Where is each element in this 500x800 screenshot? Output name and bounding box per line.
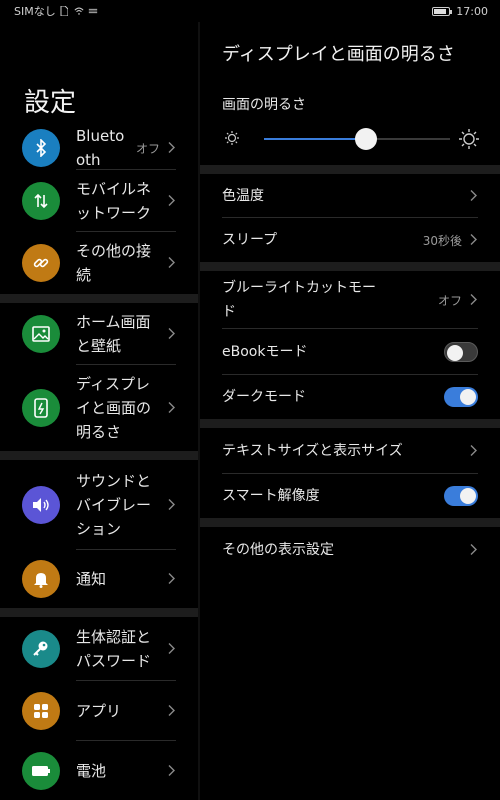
display-settings-panel: ディスプレイと画面の明るさ 画面の明るさ 色温度 スリープ 30秒後 ブルーライ… [200,22,500,800]
left-item-label: その他の接 続 [76,242,152,284]
left-item-biometrics-password[interactable]: 生体認証と パスワード [0,617,198,681]
sun-small-icon [224,130,240,150]
clock-text: 17:00 [456,4,488,18]
chevron-right-icon [168,325,176,344]
ebook-mode-row[interactable]: eBookモード [200,329,500,375]
chevron-right-icon [168,496,176,515]
image-icon [22,315,60,353]
row-label: スリープ [222,232,278,248]
smart-resolution-row[interactable]: スマート解像度 [200,474,500,518]
other-display-settings-row[interactable]: その他の表示設定 [200,527,500,573]
left-item-display-brightness[interactable]: ディスプレ イと画面の 明るさ [0,365,198,451]
chevron-right-icon [168,702,176,721]
row-label: eBookモード [222,344,308,360]
battery-status-icon [432,6,453,16]
display-brightness-icon [22,389,60,427]
mobile-network-icon [22,182,60,220]
left-item-label: ホーム画面 と壁紙 [76,313,151,355]
link-icon [22,244,60,282]
row-label: ブルーライトカットモー ド [222,280,376,320]
chevron-right-icon [470,187,478,206]
chevron-right-icon [168,254,176,273]
chevron-right-icon [470,231,478,250]
chevron-right-icon [168,192,176,211]
text-display-size-row[interactable]: テキストサイズと表示サイズ [200,428,500,474]
group-separator [200,518,500,527]
left-item-other-connections[interactable]: その他の接 続 [0,232,198,294]
left-item-notifications[interactable]: 通知 [0,550,198,608]
left-item-label: ディスプレ イと画面の 明るさ [76,375,152,441]
row-label: スマート解像度 [222,488,320,504]
chevron-right-icon [470,442,478,461]
chevron-right-icon [168,762,176,781]
dark-mode-toggle[interactable] [444,387,478,407]
group-separator [200,419,500,428]
chevron-right-icon [168,570,176,589]
left-item-home-wallpaper[interactable]: ホーム画面 と壁紙 [0,303,198,365]
chevron-right-icon [168,640,176,659]
left-item-label: モバイルネ ットワーク [76,180,152,222]
status-bar: SIMなし 17:00 [0,0,500,22]
group-separator [0,294,198,303]
left-item-label: サウンドと バイブレー ション [76,472,152,538]
sleep-value: 30秒後 [422,233,462,248]
chevron-right-icon [168,399,176,418]
blue-light-value: オフ [437,293,462,308]
settings-title: 設定 [24,88,77,118]
brightness-label: 画面の明るさ [222,97,306,113]
sim-card-icon [60,6,70,16]
volume-icon [22,486,60,524]
smart-resolution-toggle[interactable] [444,486,478,506]
left-item-mobile-network[interactable]: モバイルネ ットワーク [0,170,198,232]
row-label: ダークモード [222,389,306,405]
chevron-right-icon [168,139,176,158]
apps-icon [22,692,60,730]
nfc-icon [88,6,98,16]
brightness-slider-row [222,126,480,152]
blue-light-filter-row[interactable]: ブルーライトカットモー ド オフ [200,271,500,329]
row-label: その他の表示設定 [222,542,334,558]
battery-icon [22,752,60,790]
brightness-slider-fill [264,138,367,140]
left-item-apps[interactable]: アプリ [0,681,198,741]
sim-status-text: SIMなし [14,5,56,18]
chevron-right-icon [470,291,478,310]
row-label: テキストサイズと表示サイズ [222,443,403,459]
left-item-label: 通知 [76,570,107,588]
left-item-label: 生体認証と パスワード [76,628,152,670]
status-right: 17:00 [432,5,488,18]
group-separator [0,451,198,460]
row-label: 色温度 [222,188,264,204]
brightness-slider[interactable] [264,128,450,150]
bluetooth-icon [22,129,60,167]
group-separator [200,165,500,174]
brightness-slider-thumb[interactable] [355,128,378,150]
status-left: SIMなし [14,3,98,19]
bluetooth-status-value: オフ [135,141,160,156]
key-icon [22,630,60,668]
sleep-row[interactable]: スリープ 30秒後 [200,218,500,262]
left-item-label: 電池 [76,762,107,780]
ebook-mode-toggle[interactable] [444,342,478,362]
left-item-battery[interactable]: 電池 [0,741,198,800]
page-title: ディスプレイと画面の明るさ [222,44,455,65]
chevron-right-icon [470,541,478,560]
color-temperature-row[interactable]: 色温度 [200,174,500,218]
bell-icon [22,560,60,598]
dark-mode-row[interactable]: ダークモード [200,375,500,419]
settings-list: Blueto oth オフ モバイルネ ットワーク その他の接 続 ホーム画面 … [0,127,198,800]
settings-list-panel: 設定 Blueto oth オフ モバイルネ ットワーク その他の接 続 ホーム… [0,22,198,800]
left-item-sound-vibration[interactable]: サウンドと バイブレー ション [0,460,198,550]
left-item-bluetooth[interactable]: Blueto oth オフ [0,126,198,170]
group-separator [200,262,500,271]
group-separator [0,608,198,617]
sun-large-icon [458,128,480,154]
wifi-icon [74,6,84,16]
left-item-label: アプリ [76,702,122,720]
